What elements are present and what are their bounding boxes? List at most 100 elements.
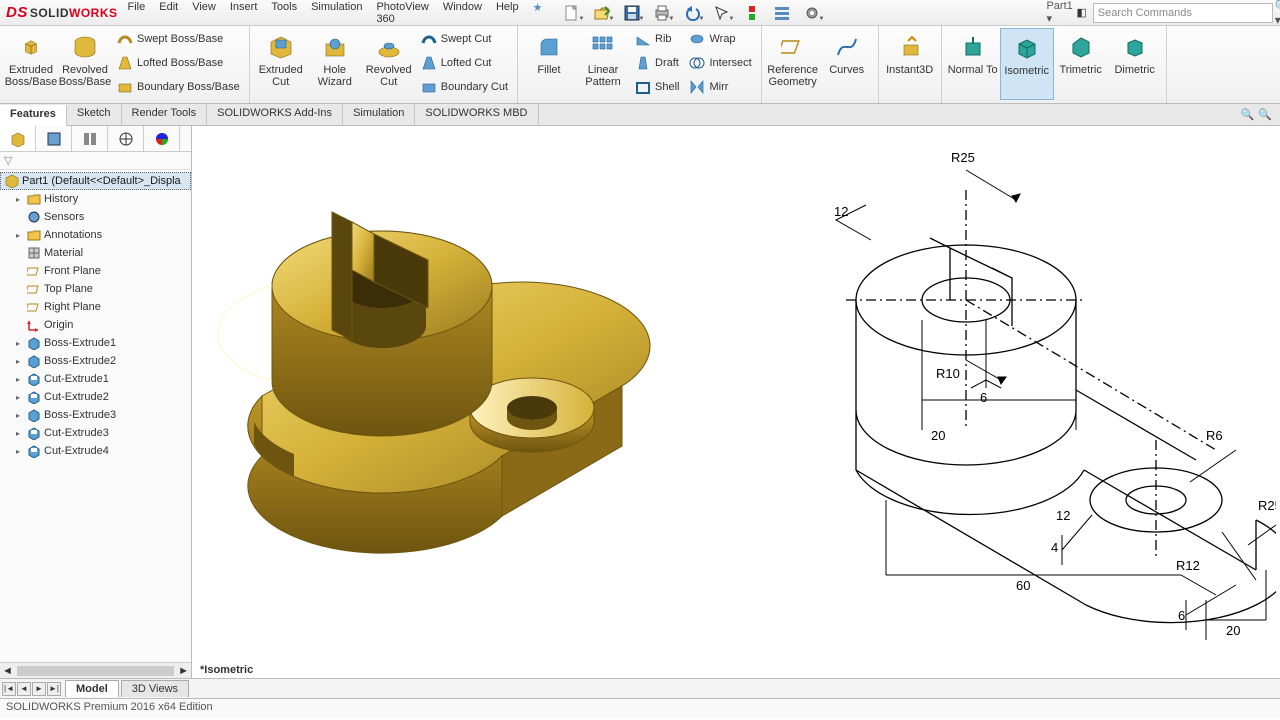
tree-item[interactable]: ▸Cut-Extrude1 (0, 370, 191, 388)
swept-cut-button[interactable]: Swept Cut (418, 28, 511, 50)
settings-button[interactable]: ▼ (798, 2, 826, 24)
undo-button[interactable]: ▼ (678, 2, 706, 24)
svg-text:4: 4 (1051, 540, 1058, 555)
menu-window[interactable]: Window (437, 0, 488, 29)
fm-tab-config[interactable] (72, 126, 108, 151)
menu-help[interactable]: Help (490, 0, 525, 29)
instant3d-button[interactable]: Instant3D (883, 28, 937, 100)
tree-item[interactable]: ▸Boss-Extrude3 (0, 406, 191, 424)
tree-item[interactable]: ▸Cut-Extrude4 (0, 442, 191, 460)
fm-filter[interactable]: ▽ (0, 152, 191, 170)
ref-geometry-button[interactable]: Reference Geometry (766, 28, 820, 100)
zoom-fit-icon[interactable]: 🔍 (1241, 108, 1255, 121)
menu-edit[interactable]: Edit (153, 0, 184, 29)
tree-item[interactable]: Front Plane (0, 262, 191, 280)
tab-addins[interactable]: SOLIDWORKS Add-Ins (207, 104, 343, 125)
bottom-tab-3dviews[interactable]: 3D Views (121, 680, 189, 697)
tab-sketch[interactable]: Sketch (67, 104, 122, 125)
tab-mbd[interactable]: SOLIDWORKS MBD (415, 104, 538, 125)
svg-text:R6: R6 (1206, 428, 1223, 443)
app-logo: DS SOLIDWORKS (0, 0, 118, 26)
viewport[interactable]: R25 12 R10 6 20 R6 4 12 R25 R12 60 6 20 … (192, 126, 1280, 678)
menu-view[interactable]: View (186, 0, 222, 29)
extruded-cut-button[interactable]: Extruded Cut (254, 28, 308, 100)
extruded-boss-button[interactable]: Extruded Boss/Base (4, 28, 58, 100)
menu-simulation[interactable]: Simulation (305, 0, 368, 29)
tree-item[interactable]: Material (0, 244, 191, 262)
search-input[interactable]: Search Commands (1093, 3, 1273, 23)
new-button[interactable]: ▼ (558, 2, 586, 24)
linear-pattern-button[interactable]: Linear Pattern (576, 28, 630, 100)
status-bar: SOLIDWORKS Premium 2016 x64 Edition (0, 698, 1280, 718)
menu-pin-icon[interactable]: ★ (527, 0, 549, 29)
bottom-tab-model[interactable]: Model (65, 680, 119, 697)
rib-button[interactable]: Rib (632, 28, 682, 50)
boundary-cut-button[interactable]: Boundary Cut (418, 76, 511, 98)
menu-file[interactable]: File (122, 0, 152, 29)
hole-wizard-button[interactable]: Hole Wizard (308, 28, 362, 100)
fm-tab-appearance[interactable] (144, 126, 180, 151)
tab-simulation[interactable]: Simulation (343, 104, 415, 125)
search-icon[interactable]: 🔍▾ (1275, 3, 1280, 23)
zoom-area-icon[interactable]: 🔍 (1258, 108, 1272, 121)
svg-text:6: 6 (1178, 608, 1185, 623)
tree-item[interactable]: Right Plane (0, 298, 191, 316)
ribbon-tabs: Features Sketch Render Tools SOLIDWORKS … (0, 104, 1280, 126)
tab-features[interactable]: Features (0, 105, 67, 126)
save-button[interactable]: ▼ (618, 2, 646, 24)
nav-next-icon[interactable]: ► (32, 682, 46, 696)
wrap-button[interactable]: Wrap (686, 28, 754, 50)
tree-item[interactable]: Top Plane (0, 280, 191, 298)
svg-text:12: 12 (1056, 508, 1070, 523)
revolved-boss-button[interactable]: Revolved Boss/Base (58, 28, 112, 100)
dimetric-button[interactable]: Dimetric (1108, 28, 1162, 100)
normal-to-button[interactable]: Normal To (946, 28, 1000, 100)
swept-boss-button[interactable]: Swept Boss/Base (114, 28, 243, 50)
tree-item[interactable]: ▸Boss-Extrude1 (0, 334, 191, 352)
tree-item[interactable]: ▸Cut-Extrude2 (0, 388, 191, 406)
trimetric-button[interactable]: Trimetric (1054, 28, 1108, 100)
boundary-boss-button[interactable]: Boundary Boss/Base (114, 76, 243, 98)
mirror-button[interactable]: Mirr (686, 76, 754, 98)
fm-tab-property[interactable] (36, 126, 72, 151)
svg-text:R10: R10 (936, 366, 960, 381)
tab-render-tools[interactable]: Render Tools (122, 104, 208, 125)
search-toggle-icon[interactable]: ◧ (1073, 6, 1091, 19)
tree-item[interactable]: Origin (0, 316, 191, 334)
curves-button[interactable]: Curves (820, 28, 874, 100)
intersect-button[interactable]: Intersect (686, 52, 754, 74)
technical-drawing: R25 12 R10 6 20 R6 4 12 R25 R12 60 6 20 (736, 130, 1276, 650)
shell-button[interactable]: Shell (632, 76, 682, 98)
tree-item[interactable]: ▸Cut-Extrude3 (0, 424, 191, 442)
options-list-button[interactable] (768, 2, 796, 24)
menu-tools[interactable]: Tools (265, 0, 303, 29)
tree-item[interactable]: ▸History (0, 190, 191, 208)
fm-tab-tree[interactable] (0, 126, 36, 151)
tree-root[interactable]: Part1 (Default<<Default>_Displa (0, 172, 191, 190)
fm-tab-dim[interactable] (108, 126, 144, 151)
nav-last-icon[interactable]: ►| (47, 682, 61, 696)
lofted-boss-button[interactable]: Lofted Boss/Base (114, 52, 243, 74)
sidebar-scrollbar[interactable]: ◄► (0, 662, 191, 678)
select-button[interactable]: ▼ (708, 2, 736, 24)
open-button[interactable]: ▼ (588, 2, 616, 24)
menu-bar: File Edit View Insert Tools Simulation P… (122, 0, 549, 29)
svg-text:20: 20 (931, 428, 945, 443)
feature-tree: Part1 (Default<<Default>_Displa ▸History… (0, 170, 191, 662)
isometric-button[interactable]: Isometric (1000, 28, 1054, 100)
svg-text:R25: R25 (1258, 498, 1276, 513)
tree-item[interactable]: Sensors (0, 208, 191, 226)
nav-first-icon[interactable]: |◄ (2, 682, 16, 696)
tree-item[interactable]: ▸Annotations (0, 226, 191, 244)
svg-text:6: 6 (980, 390, 987, 405)
revolved-cut-button[interactable]: Revolved Cut (362, 28, 416, 100)
rebuild-button[interactable] (738, 2, 766, 24)
draft-button[interactable]: Draft (632, 52, 682, 74)
menu-insert[interactable]: Insert (224, 0, 264, 29)
tree-item[interactable]: ▸Boss-Extrude2 (0, 352, 191, 370)
lofted-cut-button[interactable]: Lofted Cut (418, 52, 511, 74)
menu-photoview[interactable]: PhotoView 360 (370, 0, 434, 29)
print-button[interactable]: ▼ (648, 2, 676, 24)
fillet-button[interactable]: Fillet (522, 28, 576, 100)
nav-prev-icon[interactable]: ◄ (17, 682, 31, 696)
